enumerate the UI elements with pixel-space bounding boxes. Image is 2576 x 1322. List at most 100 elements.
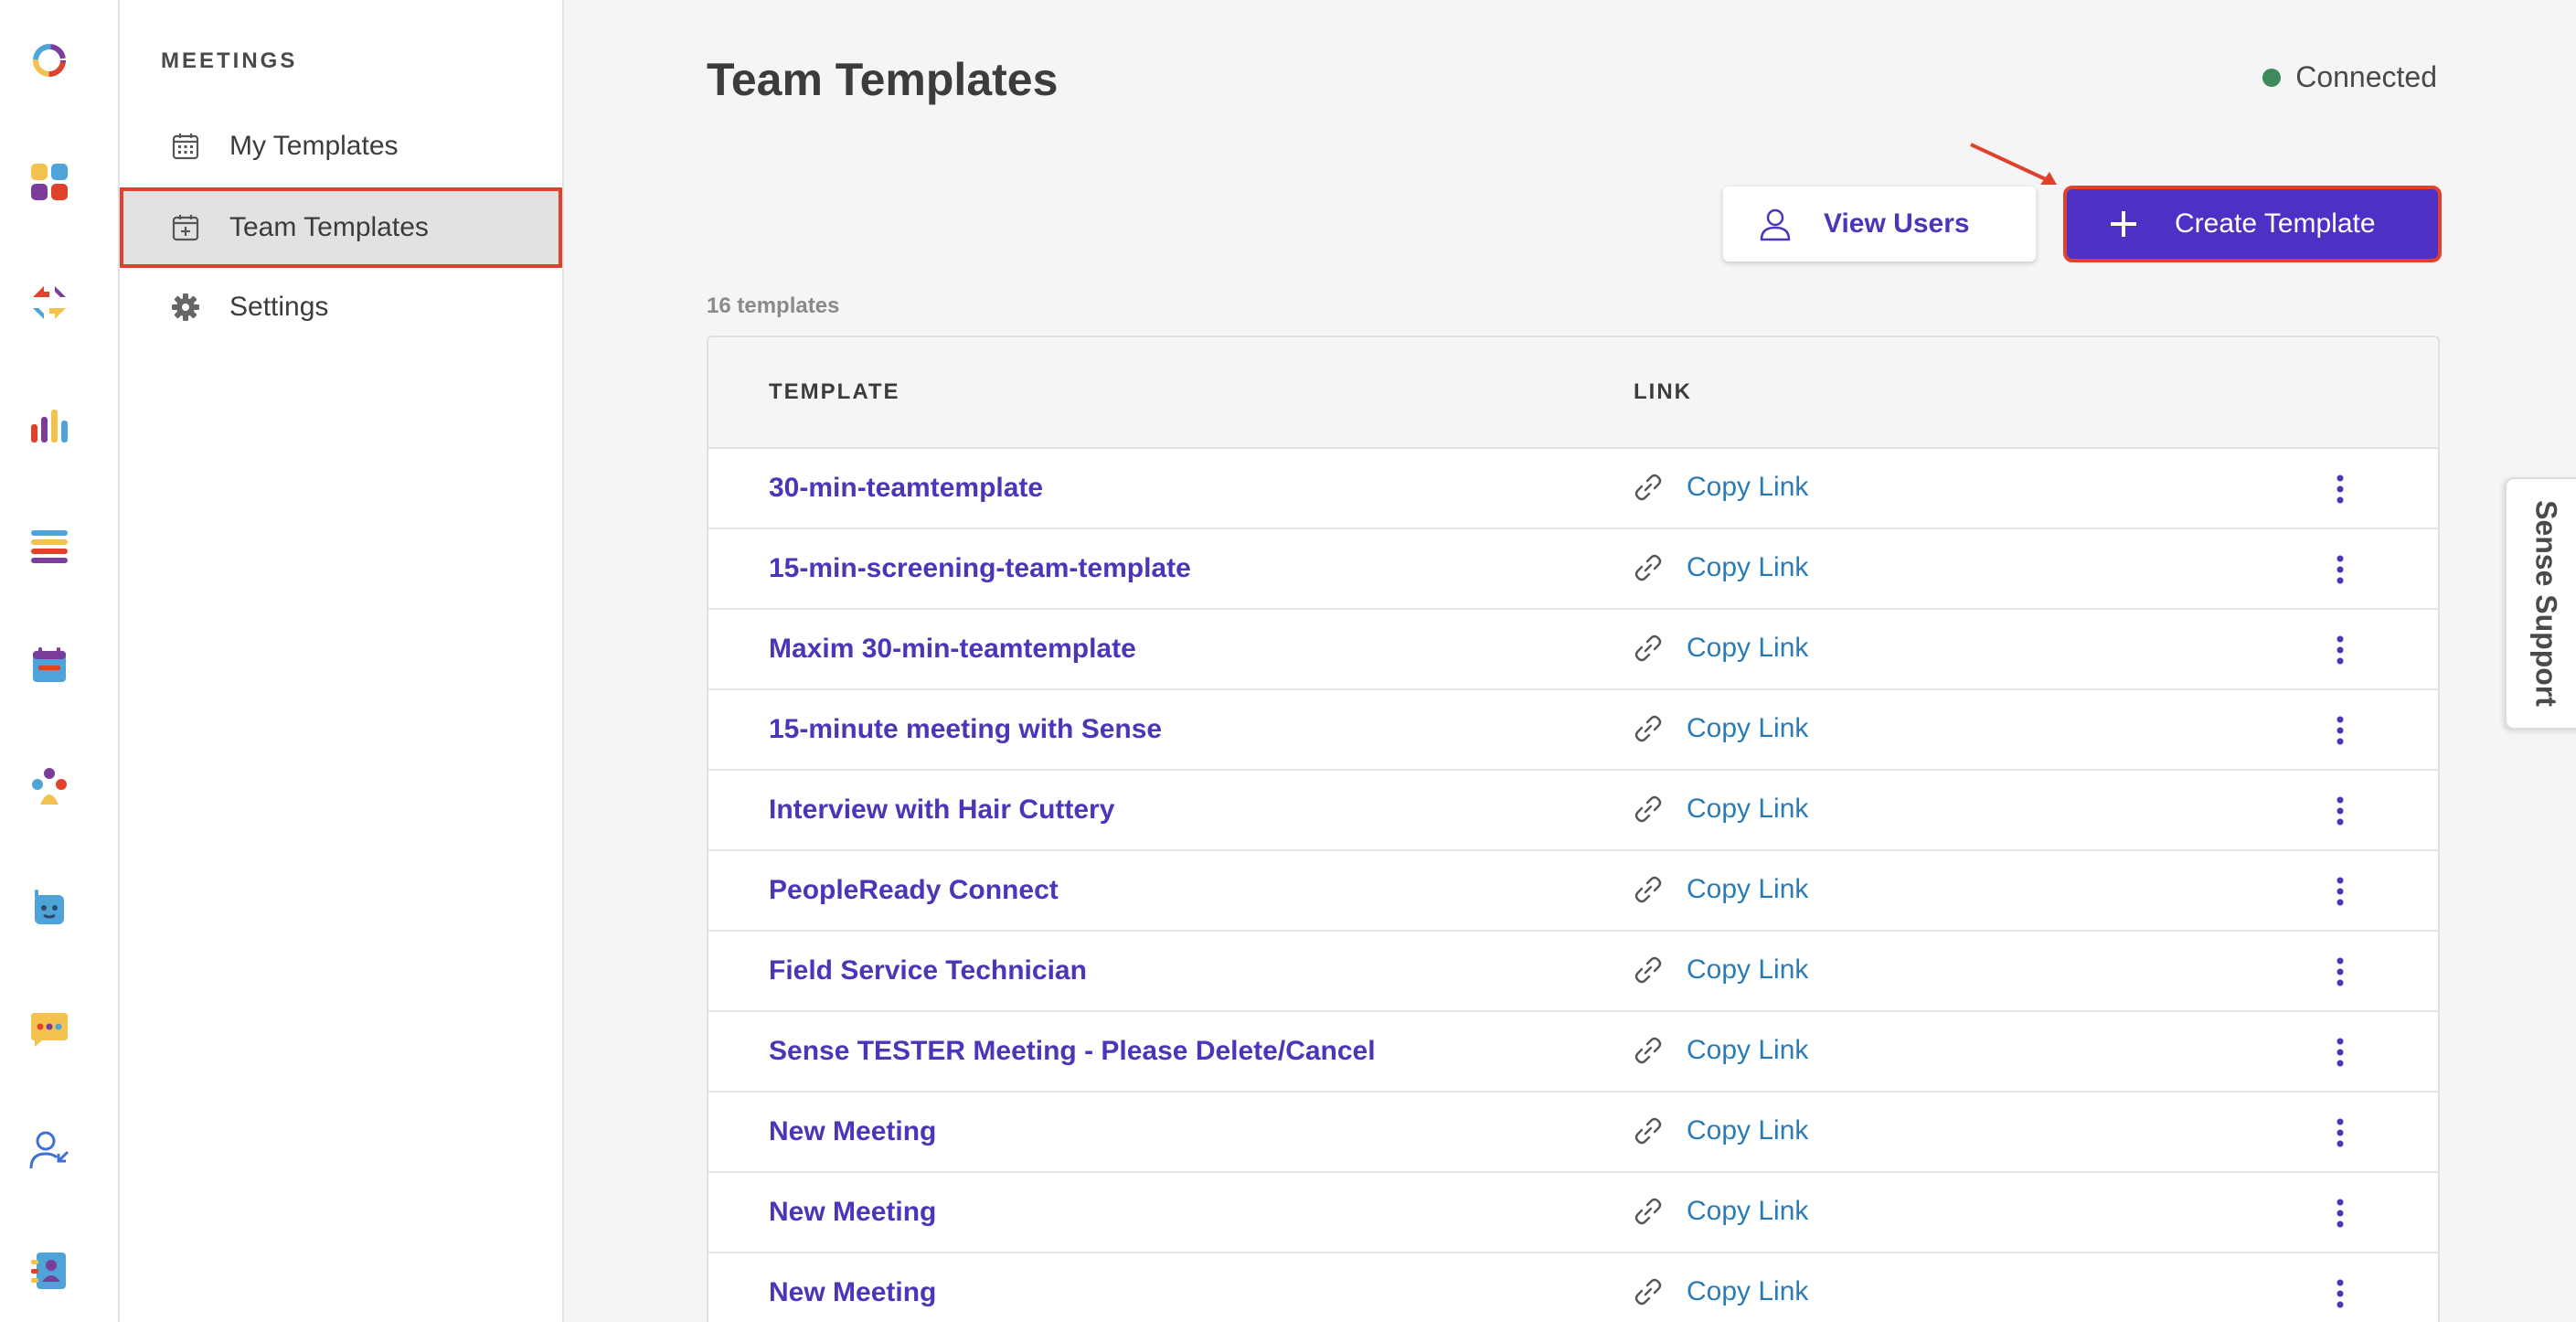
copy-link-button[interactable]: Copy Link bbox=[1632, 1034, 1808, 1067]
logo-ring-icon[interactable] bbox=[26, 37, 73, 84]
annotation-arrow-icon bbox=[1970, 143, 2057, 185]
sidebar-item-team-templates[interactable]: Team Templates bbox=[120, 187, 562, 268]
sidebar-item-label: My Templates bbox=[229, 131, 399, 161]
user-arrow-icon[interactable] bbox=[26, 1126, 73, 1174]
create-template-button[interactable]: Create Template bbox=[2063, 186, 2442, 262]
support-label: Sense Support bbox=[2529, 500, 2563, 707]
sidebar-item-my-templates[interactable]: My Templates bbox=[120, 106, 564, 187]
template-name-link[interactable]: New Meeting bbox=[769, 1116, 936, 1147]
view-users-label: View Users bbox=[1824, 208, 1970, 239]
more-options-icon[interactable] bbox=[2326, 710, 2354, 751]
copy-link-button[interactable]: Copy Link bbox=[1632, 551, 1808, 584]
template-name-link[interactable]: 30-min-teamtemplate bbox=[769, 473, 1043, 504]
copy-link-label: Copy Link bbox=[1687, 713, 1809, 743]
more-options-icon[interactable] bbox=[2326, 952, 2354, 992]
contacts-icon[interactable] bbox=[26, 1247, 73, 1295]
copy-link-button[interactable]: Copy Link bbox=[1632, 954, 1808, 986]
copy-link-label: Copy Link bbox=[1687, 552, 1809, 582]
copy-link-label: Copy Link bbox=[1687, 954, 1809, 985]
template-name-link[interactable]: 15-min-screening-team-template bbox=[769, 553, 1191, 584]
more-options-icon[interactable] bbox=[2326, 1113, 2354, 1153]
more-options-icon[interactable] bbox=[2326, 1274, 2354, 1314]
analytics-icon[interactable] bbox=[26, 402, 73, 450]
copy-link-label: Copy Link bbox=[1687, 1276, 1809, 1306]
gear-icon bbox=[167, 289, 204, 325]
table-row: Interview with Hair Cuttery Copy Link bbox=[708, 771, 2438, 851]
connection-status: Connected bbox=[2262, 60, 2437, 94]
page-title: Team Templates bbox=[707, 54, 1059, 105]
template-name-link[interactable]: Interview with Hair Cuttery bbox=[769, 794, 1114, 826]
table-row: New Meeting Copy Link bbox=[708, 1253, 2438, 1322]
more-options-icon[interactable] bbox=[2326, 469, 2354, 509]
status-dot-icon bbox=[2262, 68, 2282, 87]
table-row: 30-min-teamtemplate Copy Link bbox=[708, 449, 2438, 529]
templates-table: TEMPLATE LINK 30-min-teamtemplate Copy Li… bbox=[707, 336, 2440, 1322]
template-name-link[interactable]: Field Service Technician bbox=[769, 955, 1087, 986]
table-row: Field Service Technician Copy Link bbox=[708, 932, 2438, 1012]
status-label: Connected bbox=[2295, 60, 2437, 93]
table-header: TEMPLATE LINK bbox=[708, 337, 2438, 449]
copy-link-button[interactable]: Copy Link bbox=[1632, 1114, 1808, 1147]
link-icon bbox=[1632, 1114, 1665, 1147]
copy-link-label: Copy Link bbox=[1687, 874, 1809, 904]
column-header-link: LINK bbox=[1634, 379, 1692, 404]
more-options-icon[interactable] bbox=[2326, 871, 2354, 912]
list-icon[interactable] bbox=[26, 523, 73, 570]
more-options-icon[interactable] bbox=[2326, 549, 2354, 590]
team-icon[interactable] bbox=[26, 762, 73, 810]
copy-link-label: Copy Link bbox=[1687, 1115, 1809, 1146]
copy-link-label: Copy Link bbox=[1687, 472, 1809, 502]
calendar-icon[interactable] bbox=[26, 642, 73, 689]
copy-link-button[interactable]: Copy Link bbox=[1632, 632, 1808, 665]
chat-icon[interactable] bbox=[26, 1006, 73, 1053]
apps-grid-icon[interactable] bbox=[26, 158, 73, 206]
link-icon bbox=[1632, 551, 1665, 584]
sidebar-heading: MEETINGS bbox=[161, 48, 298, 73]
link-icon bbox=[1632, 954, 1665, 986]
link-icon bbox=[1632, 873, 1665, 906]
template-name-link[interactable]: 15-minute meeting with Sense bbox=[769, 714, 1162, 745]
bot-icon[interactable] bbox=[26, 884, 73, 932]
copy-link-label: Copy Link bbox=[1687, 633, 1809, 663]
more-options-icon[interactable] bbox=[2326, 791, 2354, 831]
meetings-sidebar: MEETINGS My Templates Team Templates Set… bbox=[120, 0, 564, 1322]
copy-link-button[interactable]: Copy Link bbox=[1632, 873, 1808, 906]
template-name-link[interactable]: PeopleReady Connect bbox=[769, 875, 1059, 906]
table-row: Maxim 30-min-teamtemplate Copy Link bbox=[708, 610, 2438, 690]
copy-link-button[interactable]: Copy Link bbox=[1632, 471, 1808, 504]
more-options-icon[interactable] bbox=[2326, 1032, 2354, 1072]
sense-support-tab[interactable]: Sense Support bbox=[2505, 477, 2576, 730]
table-row: 15-min-screening-team-template Copy Link bbox=[708, 529, 2438, 610]
template-name-link[interactable]: New Meeting bbox=[769, 1277, 936, 1308]
link-icon bbox=[1632, 793, 1665, 826]
template-name-link[interactable]: New Meeting bbox=[769, 1197, 936, 1228]
column-header-template: TEMPLATE bbox=[769, 379, 900, 404]
table-row: 15-minute meeting with Sense Copy Link bbox=[708, 690, 2438, 771]
create-template-label: Create Template bbox=[2175, 208, 2376, 239]
copy-link-label: Copy Link bbox=[1687, 1196, 1809, 1226]
arrows-icon[interactable] bbox=[26, 279, 73, 326]
table-row: New Meeting Copy Link bbox=[708, 1173, 2438, 1253]
calendar-plus-icon bbox=[167, 209, 204, 246]
link-icon bbox=[1632, 1275, 1665, 1308]
table-row: New Meeting Copy Link bbox=[708, 1093, 2438, 1173]
copy-link-label: Copy Link bbox=[1687, 794, 1809, 824]
copy-link-button[interactable]: Copy Link bbox=[1632, 793, 1808, 826]
copy-link-button[interactable]: Copy Link bbox=[1632, 712, 1808, 745]
copy-link-label: Copy Link bbox=[1687, 1035, 1809, 1065]
more-options-icon[interactable] bbox=[2326, 1193, 2354, 1233]
template-name-link[interactable]: Sense TESTER Meeting - Please Delete/Can… bbox=[769, 1036, 1376, 1067]
copy-link-button[interactable]: Copy Link bbox=[1632, 1275, 1808, 1308]
more-options-icon[interactable] bbox=[2326, 630, 2354, 670]
link-icon bbox=[1632, 1034, 1665, 1067]
copy-link-button[interactable]: Copy Link bbox=[1632, 1195, 1808, 1228]
template-name-link[interactable]: Maxim 30-min-teamtemplate bbox=[769, 634, 1136, 665]
calendar-icon bbox=[167, 128, 204, 165]
sidebar-item-settings[interactable]: Settings bbox=[120, 267, 564, 347]
link-icon bbox=[1632, 632, 1665, 665]
app-rail bbox=[0, 0, 120, 1322]
sidebar-item-label: Settings bbox=[229, 292, 329, 322]
plus-icon bbox=[2111, 211, 2136, 237]
table-row: PeopleReady Connect Copy Link bbox=[708, 851, 2438, 932]
view-users-button[interactable]: View Users bbox=[1723, 187, 2036, 261]
